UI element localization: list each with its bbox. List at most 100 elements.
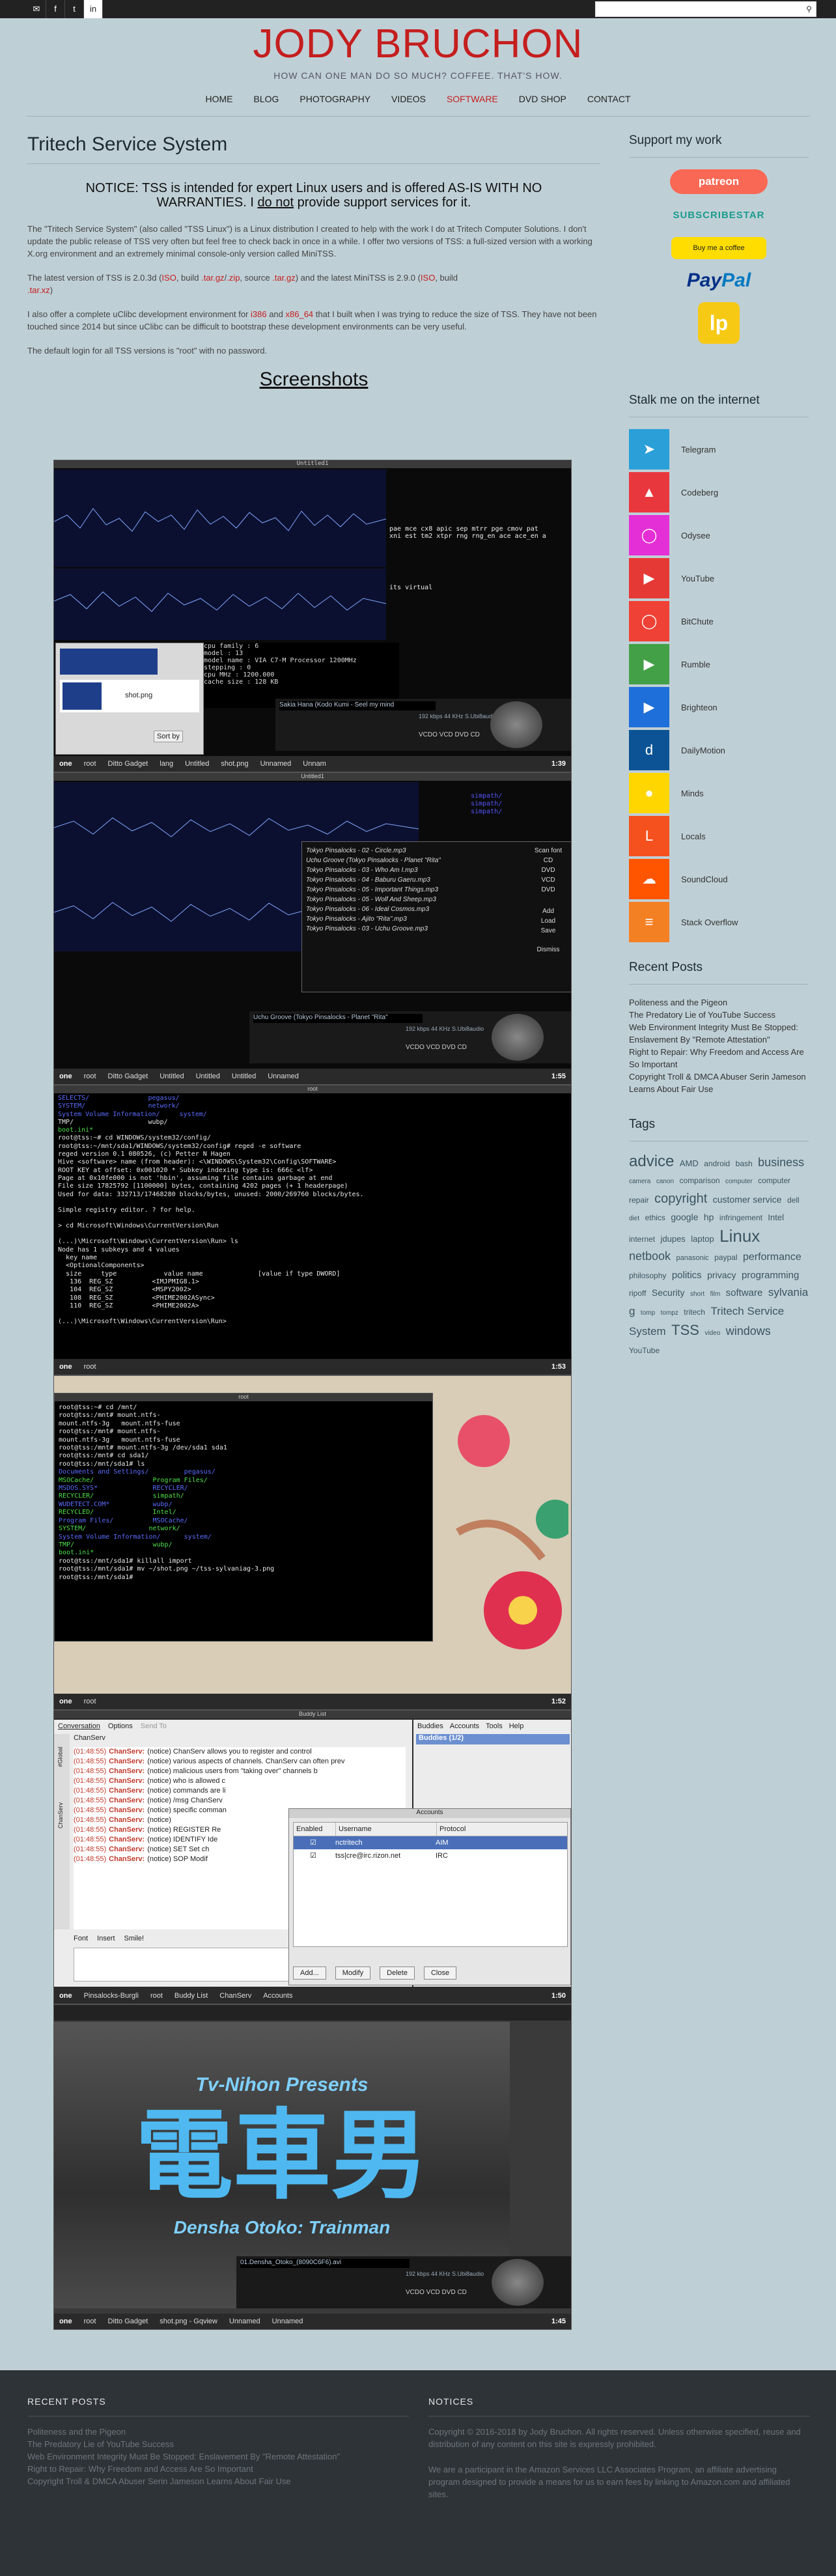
social-label[interactable]: BitChute — [681, 617, 714, 626]
nav-photography[interactable]: PHOTOGRAPHY — [300, 94, 370, 104]
subscribestar-button[interactable]: SUBSCRIBESTAR — [660, 204, 777, 227]
tag-link[interactable]: bash — [736, 1159, 753, 1168]
tss-build-targz-link[interactable]: .tar.gz — [201, 273, 224, 283]
menu-conversation[interactable]: Conversation — [58, 1722, 100, 1730]
close-button[interactable]: Close — [423, 1967, 457, 1980]
rumble-icon[interactable]: ▶ — [629, 644, 669, 684]
dailymotion-icon[interactable]: d — [629, 730, 669, 770]
tss-source-link[interactable]: .tar.gz — [272, 273, 295, 283]
tag-link[interactable]: tritech — [684, 1308, 705, 1317]
tag-link[interactable]: video — [704, 1330, 720, 1337]
social-link-soundcloud[interactable]: ☁ SoundCloud — [629, 859, 809, 899]
search-icon[interactable]: ⚲ — [806, 5, 812, 14]
social-link-brighteon[interactable]: ▶ Brighteon — [629, 687, 809, 727]
bitchute-icon[interactable]: ◯ — [629, 601, 669, 641]
minitss-build-link[interactable]: .tar.xz — [27, 285, 50, 295]
tag-link[interactable]: philosophy — [629, 1271, 666, 1280]
tag-link[interactable]: paypal — [714, 1253, 737, 1262]
tag-link[interactable]: camera — [629, 1178, 650, 1185]
menu-accounts[interactable]: Accounts — [450, 1722, 479, 1730]
tag-link[interactable]: film — [710, 1291, 721, 1298]
accounts-table[interactable]: Enabled Username Protocol ☑ nctritech AI… — [293, 1822, 568, 1947]
social-label[interactable]: Rumble — [681, 660, 710, 669]
tag-link[interactable]: performance — [743, 1252, 801, 1263]
social-label[interactable]: Minds — [681, 789, 704, 798]
twitter-icon[interactable]: t — [65, 0, 84, 18]
player-jog-dial[interactable] — [490, 701, 542, 748]
social-link-telegram[interactable]: ➤ Telegram — [629, 429, 809, 469]
screenshot-4[interactable]: root root@tss:~# cd /mnt/root@tss:/mnt# … — [53, 1375, 572, 1710]
terminal-output[interactable]: SELECTS/ pegasus/SYSTEM/ network/System … — [58, 1095, 566, 1326]
table-row[interactable]: ☑ nctritech AIM — [294, 1836, 567, 1849]
social-label[interactable]: Odysee — [681, 531, 710, 540]
nav-home[interactable]: HOME — [205, 94, 232, 104]
social-label[interactable]: DailyMotion — [681, 746, 725, 755]
sort-by-button[interactable]: Sort by — [154, 731, 183, 742]
tag-link[interactable]: laptop — [691, 1234, 714, 1244]
tag-link[interactable]: business — [758, 1156, 804, 1169]
tag-link[interactable]: AMD — [680, 1158, 699, 1168]
nav-contact[interactable]: CONTACT — [587, 94, 631, 104]
footer-post-link[interactable]: Web Environment Integrity Must Be Stoppe… — [27, 2450, 409, 2463]
tag-link[interactable]: tompz — [661, 1309, 678, 1317]
minds-icon[interactable]: ● — [629, 773, 669, 813]
tag-link[interactable]: ethics — [645, 1213, 665, 1222]
social-label[interactable]: Locals — [681, 832, 706, 841]
tag-link[interactable]: panasonic — [676, 1254, 709, 1262]
media-player[interactable]: Sakia Hana (Kodo Kumi - Seel my mind 192… — [275, 699, 571, 751]
player-source-buttons[interactable]: VCDO VCD DVD CD — [406, 2289, 467, 2296]
footer-post-link[interactable]: Copyright Troll & DMCA Abuser Serin Jame… — [27, 2475, 409, 2487]
patreon-button[interactable]: patreon — [670, 169, 768, 194]
tag-link[interactable]: TSS — [671, 1322, 699, 1338]
recent-post-link[interactable]: Copyright Troll & DMCA Abuser Serin Jame… — [629, 1071, 809, 1095]
delete-account-button[interactable]: Delete — [380, 1967, 415, 1980]
tag-link[interactable]: software — [726, 1287, 763, 1298]
social-link-youtube[interactable]: ▶ YouTube — [629, 558, 809, 598]
menu-buddies[interactable]: Buddies — [417, 1722, 443, 1730]
media-player[interactable]: Uchu Groove (Tokyo Pinsalocks - Planet "… — [249, 1011, 571, 1063]
buddies-group[interactable]: Buddies (1/2) — [416, 1734, 570, 1744]
nav-dvd-shop[interactable]: DVD SHOP — [519, 94, 566, 104]
odysee-icon[interactable]: ◯ — [629, 515, 669, 555]
tag-link[interactable]: customer service — [713, 1194, 782, 1205]
tag-link[interactable]: windows — [726, 1324, 771, 1337]
nav-blog[interactable]: BLOG — [253, 94, 279, 104]
social-link-bitchute[interactable]: ◯ BitChute — [629, 601, 809, 641]
social-label[interactable]: Brighteon — [681, 703, 718, 712]
file-list[interactable]: shot.png — [60, 680, 199, 712]
tag-link[interactable]: Linux — [719, 1226, 760, 1246]
tag-link[interactable]: infringement — [719, 1213, 762, 1222]
terminal-output[interactable]: root@tss:~# cd /mnt/root@tss:/mnt# mount… — [59, 1404, 430, 1582]
footer-post-link[interactable]: Politeness and the Pigeon — [27, 2426, 409, 2438]
brighteon-icon[interactable]: ▶ — [629, 687, 669, 727]
tag-link[interactable]: android — [704, 1159, 730, 1168]
youtube-icon[interactable]: ▶ — [629, 558, 669, 598]
screenshot-6[interactable]: Tv-Nihon Presents 電車男 Densha Otoko: Trai… — [53, 2004, 572, 2330]
paypal-button[interactable]: PayPal — [687, 270, 751, 292]
table-row[interactable]: ☑ tss|cre@irc.rizon.net IRC — [294, 1849, 567, 1862]
menu-options[interactable]: Options — [108, 1722, 133, 1730]
player-jog-dial[interactable] — [492, 1014, 544, 1061]
footer-post-link[interactable]: Right to Repair: Why Freedom and Access … — [27, 2463, 409, 2475]
tag-link[interactable]: advice — [629, 1153, 674, 1170]
tag-link[interactable]: google — [671, 1212, 698, 1222]
social-label[interactable]: Stack Overflow — [681, 917, 738, 927]
screenshot-5[interactable]: Buddy List Conversation Options Send To … — [53, 1710, 572, 2004]
social-link-minds[interactable]: ● Minds — [629, 773, 809, 813]
tab-chanserv[interactable]: ChanServ — [57, 1802, 64, 1828]
social-link-stack-overflow[interactable]: ≡ Stack Overflow — [629, 902, 809, 942]
linkedin-icon[interactable]: in — [84, 0, 103, 18]
mail-icon[interactable]: ✉ — [27, 0, 46, 18]
tag-link[interactable]: politics — [672, 1270, 702, 1281]
file-name[interactable]: shot.png — [125, 692, 152, 699]
player-jog-dial[interactable] — [492, 2259, 544, 2306]
search-input[interactable]: ⚲ — [595, 1, 816, 17]
menu-send-to[interactable]: Send To — [141, 1722, 167, 1730]
media-player[interactable]: 01.Densha_Otoko_(8090C6F6).avi 192 kbps … — [236, 2256, 571, 2308]
social-link-odysee[interactable]: ◯ Odysee — [629, 515, 809, 555]
add-account-button[interactable]: Add... — [293, 1967, 326, 1980]
tag-link[interactable]: programming — [742, 1270, 799, 1281]
uclibc-x86-64-link[interactable]: x86_64 — [286, 309, 314, 319]
recent-post-link[interactable]: Right to Repair: Why Freedom and Access … — [629, 1046, 809, 1071]
tag-link[interactable]: privacy — [707, 1270, 736, 1280]
